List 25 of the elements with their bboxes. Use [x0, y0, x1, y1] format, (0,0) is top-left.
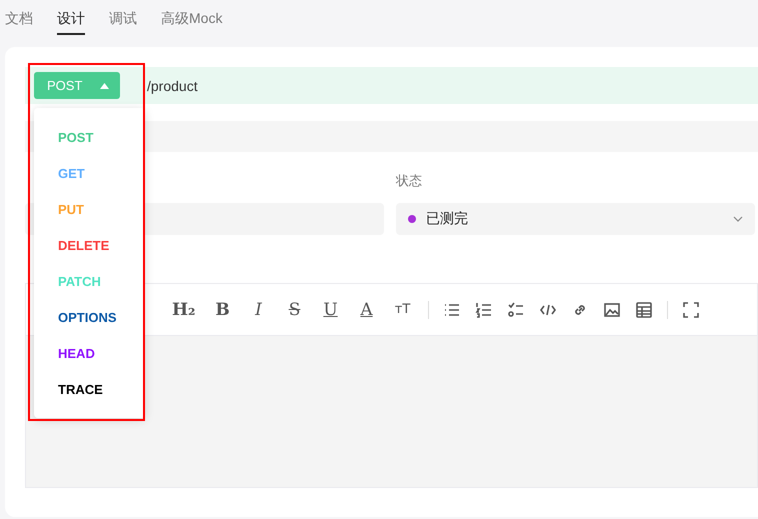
format-button[interactable]: U: [320, 298, 342, 320]
status-select[interactable]: 已测完: [396, 203, 755, 235]
format-button[interactable]: B: [212, 298, 234, 320]
format-button[interactable]: S: [284, 298, 306, 320]
tab[interactable]: 文档: [5, 10, 33, 35]
format-button[interactable]: H₂: [170, 298, 198, 320]
tab[interactable]: 设计: [57, 10, 85, 35]
format-button[interactable]: I: [248, 298, 270, 320]
url-path: /product: [147, 78, 198, 94]
method-option[interactable]: HEAD: [58, 342, 95, 366]
caret-icon: [100, 82, 110, 88]
table-icon[interactable]: [634, 300, 653, 318]
fullscreen-icon[interactable]: [682, 300, 700, 318]
format-button[interactable]: A: [356, 298, 378, 320]
format-button[interactable]: ᴛT: [392, 298, 414, 320]
method-option[interactable]: TRACE: [58, 378, 103, 402]
numbered-list-icon[interactable]: [474, 300, 493, 318]
chevron-down-icon: [733, 216, 743, 222]
field-label: 状态: [396, 172, 423, 190]
tab[interactable]: 调试: [109, 10, 137, 35]
tab[interactable]: 高级Mock: [161, 10, 222, 35]
method-option[interactable]: OPTIONS: [58, 306, 117, 330]
method-option[interactable]: DELETE: [58, 234, 110, 258]
checklist-icon[interactable]: [506, 300, 525, 318]
image-icon[interactable]: [602, 300, 621, 318]
